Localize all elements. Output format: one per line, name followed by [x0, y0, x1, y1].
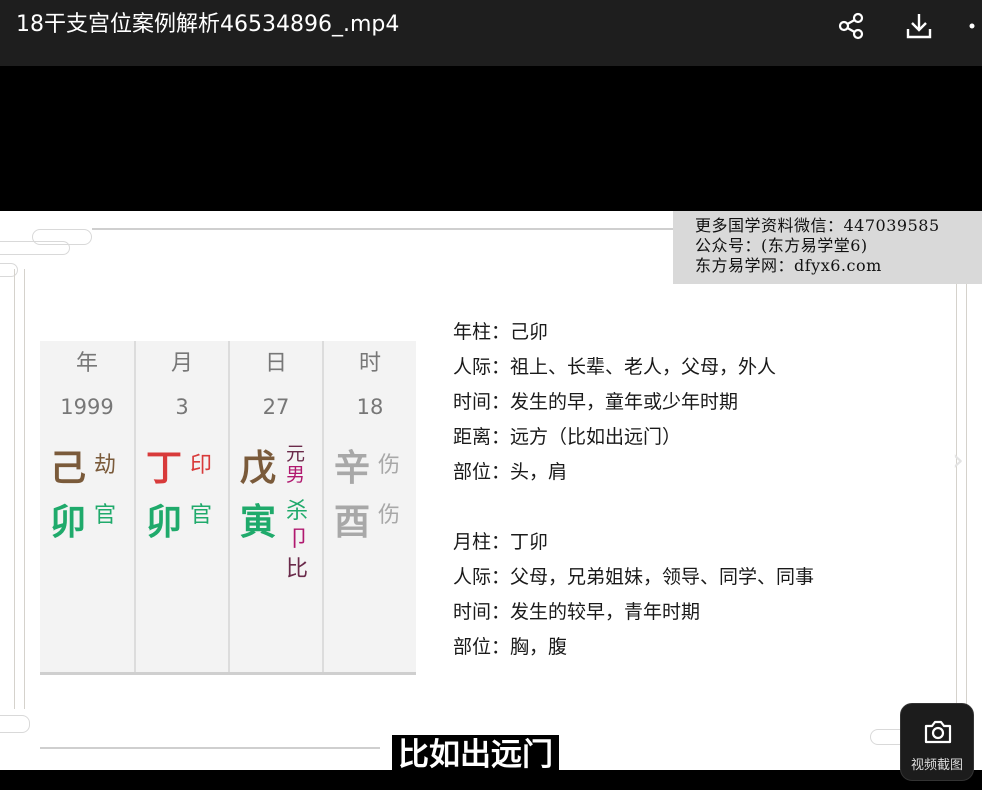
frame-line — [40, 747, 380, 749]
heavenly-stem: 戊 — [240, 448, 277, 489]
pillar-number: 18 — [356, 395, 384, 419]
screenshot-label: 视频截图 — [910, 758, 963, 773]
heavenly-stem: 丁 — [146, 448, 183, 489]
frame-line — [966, 284, 967, 714]
more-icon — [969, 23, 975, 29]
scroll-decoration — [0, 263, 18, 277]
pillar-year: 年 1999 己 劫 卯 官 — [40, 341, 134, 672]
video-frame: 更多国学资料微信：447039585 公众号：(东方易学堂6) 东方易学网：df… — [0, 211, 982, 770]
pillar-notes: 年柱：己卯 人际：祖上、长辈、老人，父母，外人 时间：发生的早，童年或少年时期 … — [453, 315, 913, 665]
earthly-branch: 卯 — [146, 502, 183, 543]
earthly-branch: 寅 — [240, 502, 277, 543]
pillar-day: 日 27 戊 元 男 寅 杀 卩 比 — [228, 341, 322, 672]
frame-line — [24, 269, 25, 709]
next-slide-arrow[interactable]: › — [952, 443, 964, 478]
stem-tag: 劫 — [94, 453, 117, 478]
pillar-header: 年 — [75, 351, 98, 376]
title-bar: 18干支宫位案例解析46534896_.mp4 — [0, 0, 982, 66]
note-line: 人际：祖上、长辈、老人，父母，外人 — [453, 356, 777, 378]
note-line: 时间：发生的较早，青年时期 — [453, 601, 701, 623]
pillar-header: 时 — [358, 351, 381, 376]
branch-tag: 官 — [190, 503, 213, 528]
scroll-decoration — [0, 715, 30, 733]
download-icon — [906, 14, 932, 39]
bazi-chart: 年 1999 己 劫 卯 官 月 3 丁 印 卯 官 日 27 戊 元 男 寅 … — [40, 341, 416, 675]
download-button[interactable] — [901, 8, 937, 44]
stem-tag: 印 — [190, 453, 213, 478]
video-subtitle: 比如出远门 — [392, 735, 559, 775]
watermark-line: 东方易学网：dfyx6.com — [695, 256, 882, 275]
frame-line — [956, 284, 957, 714]
watermark-line: 公众号：(东方易学堂6) — [695, 236, 868, 255]
branch-tag: 官 — [94, 503, 117, 528]
note-line: 月柱：丁卯 — [453, 531, 549, 553]
share-button[interactable] — [833, 8, 869, 44]
note-line: 部位：胸，腹 — [453, 636, 568, 658]
note-line: 部位：头，肩 — [453, 461, 568, 483]
branch-tag: 伤 — [378, 503, 401, 528]
more-button[interactable] — [962, 8, 982, 44]
frame-line — [92, 228, 682, 230]
watermark-line: 更多国学资料微信：447039585 — [695, 216, 940, 235]
branch-tag: 比 — [286, 557, 309, 582]
heavenly-stem: 己 — [50, 448, 87, 489]
note-line: 时间：发生的早，童年或少年时期 — [453, 391, 739, 413]
note-line: 年柱：己卯 — [453, 321, 549, 343]
share-icon — [838, 12, 864, 40]
note-line: 人际：父母，兄弟姐妹，领导、同学、同事 — [453, 566, 815, 588]
note-line: 距离：远方（比如出远门） — [453, 426, 682, 448]
screenshot-button[interactable]: 视频截图 — [900, 703, 974, 781]
watermark: 更多国学资料微信：447039585 公众号：(东方易学堂6) 东方易学网：df… — [673, 211, 982, 284]
earthly-branch: 卯 — [50, 502, 87, 543]
pillar-header: 日 — [264, 351, 287, 376]
pillar-header: 月 — [170, 351, 193, 376]
camera-icon — [924, 720, 952, 744]
stem-tag: 伤 — [378, 453, 401, 478]
pillar-month: 月 3 丁 印 卯 官 — [134, 341, 228, 672]
stem-tag-bottom: 男 — [286, 464, 306, 486]
pillar-number: 3 — [175, 395, 189, 419]
video-title: 18干支宫位案例解析46534896_.mp4 — [16, 12, 400, 37]
branch-tag: 卩 — [288, 527, 311, 552]
pillar-hour: 时 18 辛 伤 酉 伤 — [322, 341, 416, 672]
scroll-decoration — [0, 241, 70, 255]
earthly-branch: 酉 — [334, 502, 371, 543]
heavenly-stem: 辛 — [334, 448, 371, 489]
pillar-number: 27 — [262, 395, 290, 419]
frame-line — [14, 269, 15, 709]
pillar-number: 1999 — [60, 395, 114, 419]
